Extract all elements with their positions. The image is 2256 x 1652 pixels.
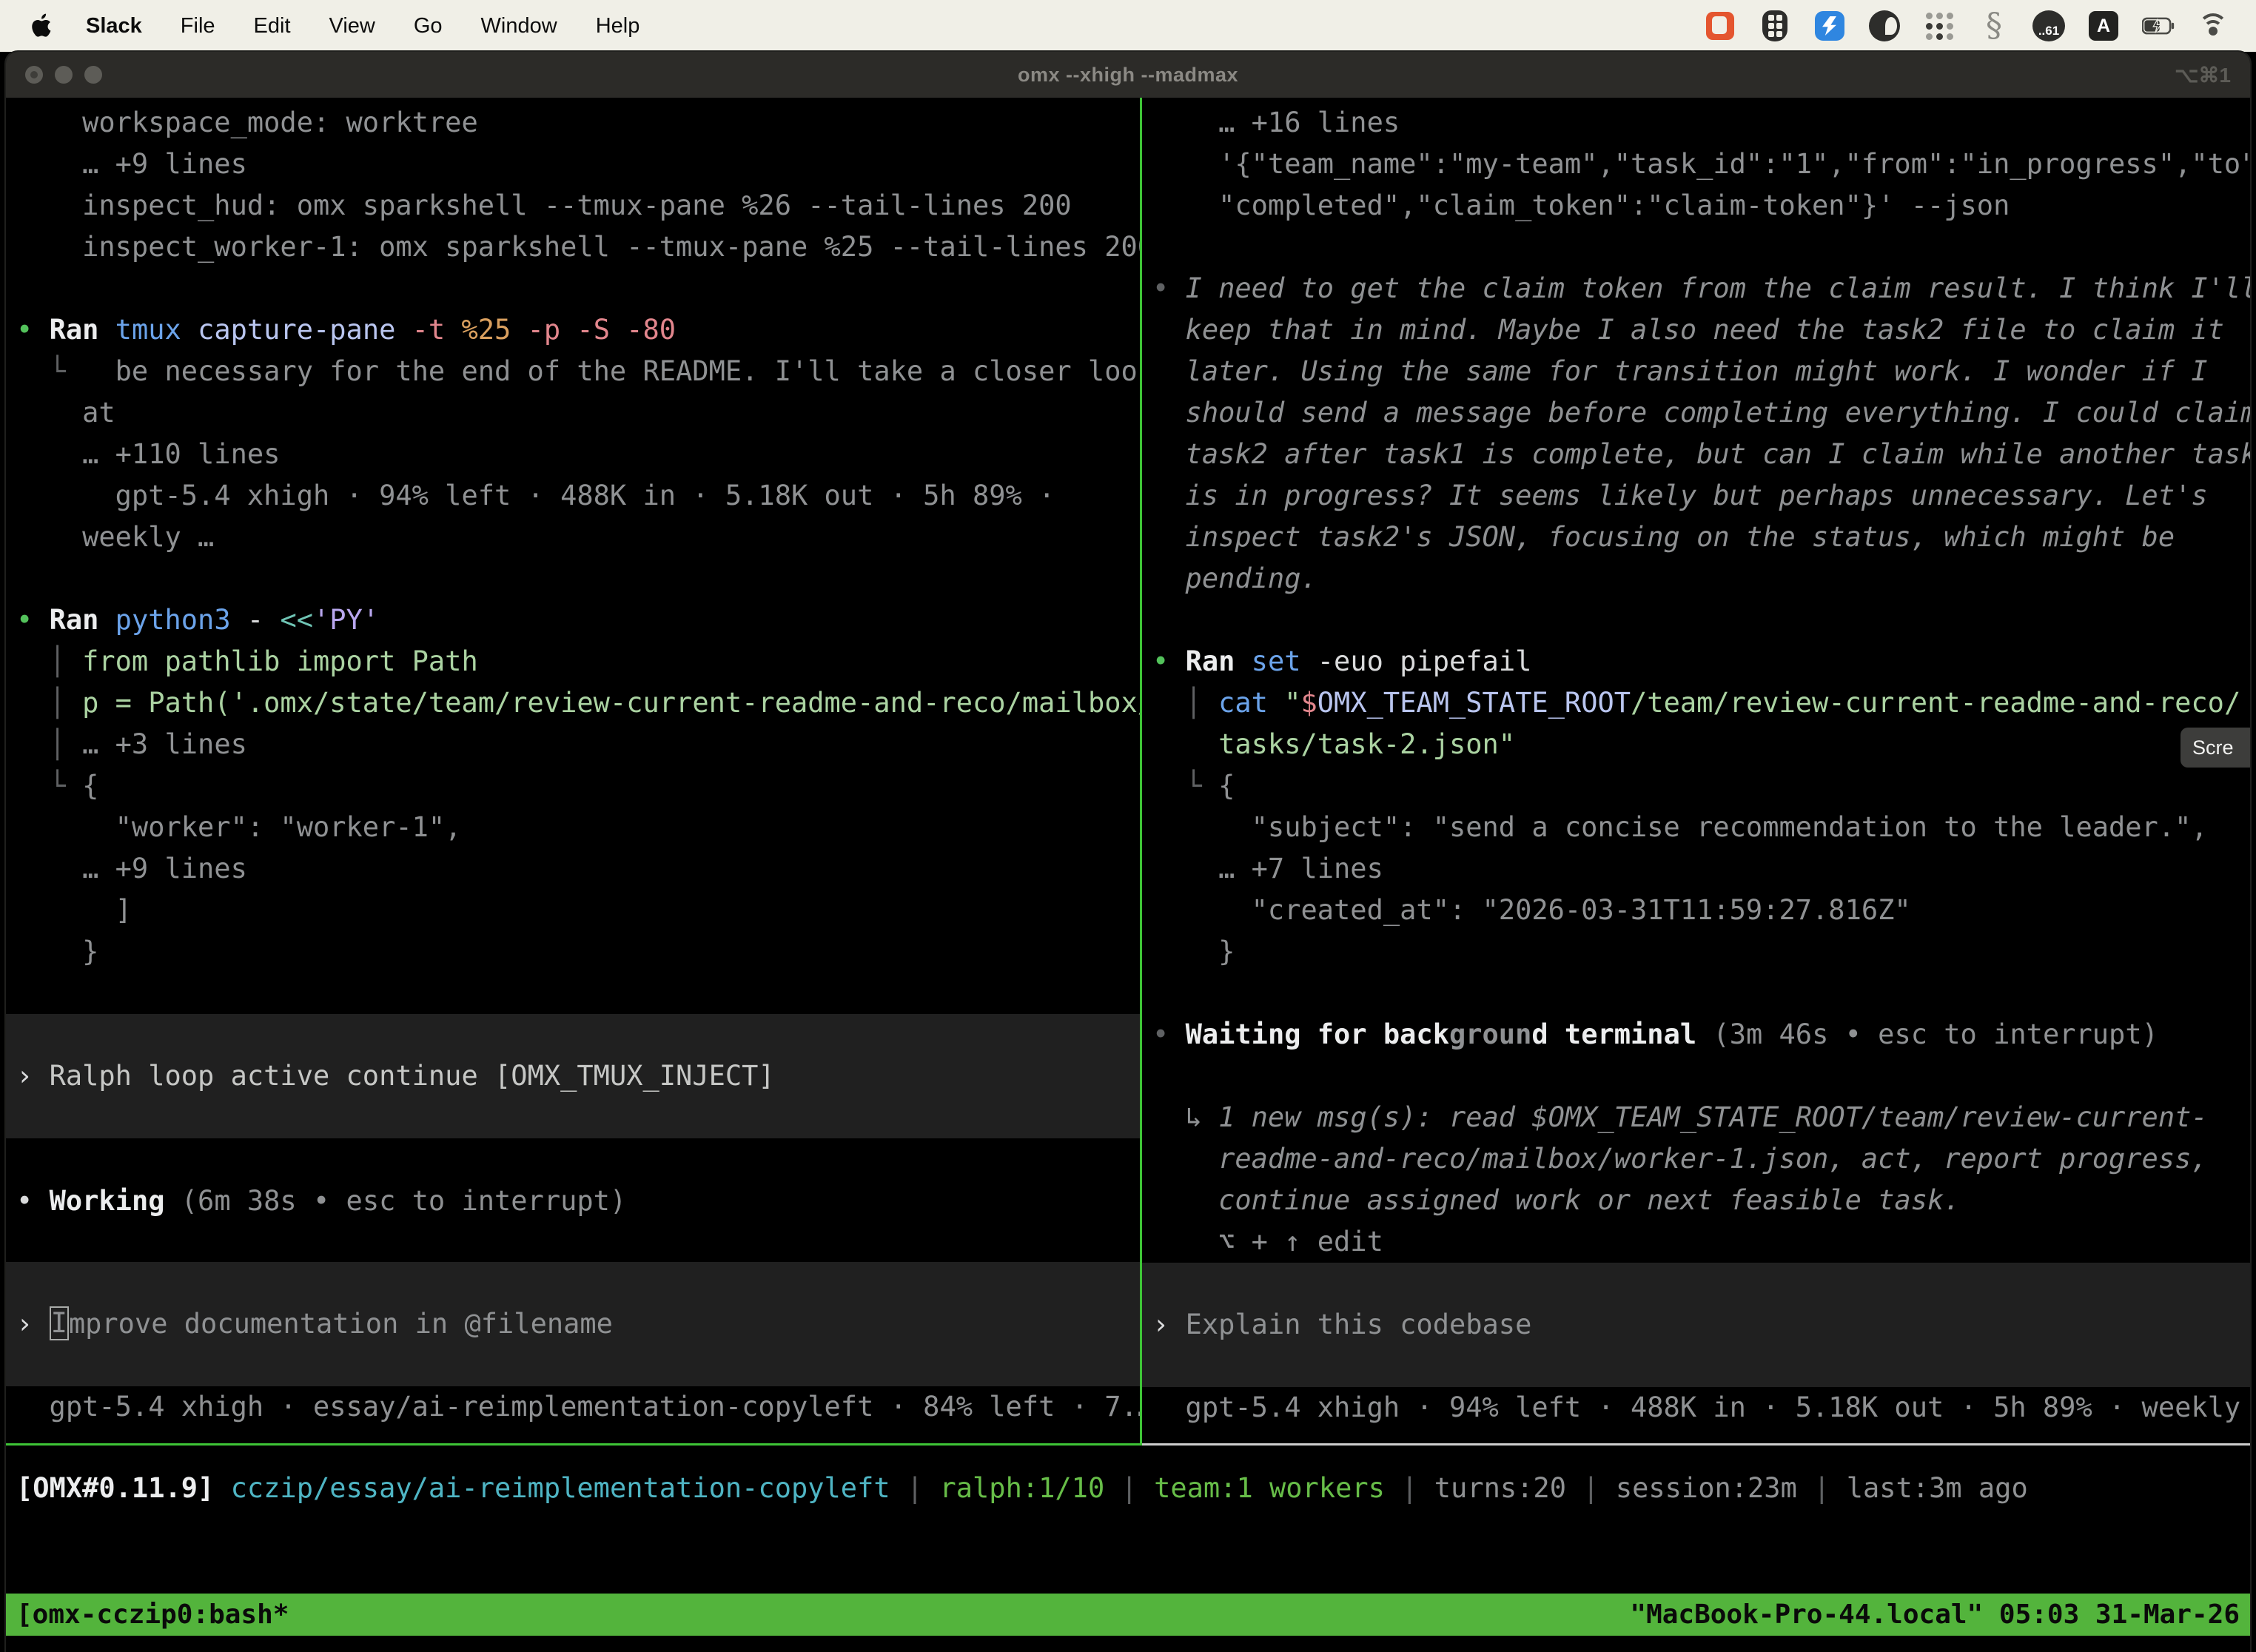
notification-bubble-icon[interactable] (1704, 10, 1736, 42)
terminal-line: keep that in mind. Maybe I also need the… (1142, 309, 2250, 351)
menu-item-slack[interactable]: Slack (86, 14, 142, 38)
terminal-line: '{"team_name":"my-team","task_id":"1","f… (1142, 144, 2250, 185)
terminal-line: gpt-5.4 xhigh · 94% left · 488K in · 5.1… (6, 475, 1140, 517)
window-title: omx --xhigh --madmax (1018, 64, 1238, 87)
text-cursor: I (50, 1306, 69, 1340)
menu-item-go[interactable]: Go (414, 14, 443, 38)
squiggle-icon[interactable]: § (1978, 10, 2010, 42)
menu-item-help[interactable]: Help (596, 14, 640, 38)
terminal-line (1142, 973, 2250, 1014)
terminal-line: weekly … (6, 517, 1140, 558)
terminal-line: • Ran python3 - <<'PY' (6, 600, 1140, 641)
minimize-button[interactable] (55, 66, 73, 84)
terminal-line: "completed","claim_token":"claim-token"}… (1142, 185, 2250, 226)
ralph-loop-banner: › Ralph loop active continue [OMX_TMUX_I… (6, 1014, 1140, 1138)
terminal-line: workspace_mode: worktree (6, 102, 1140, 144)
terminal-line: task2 after task1 is complete, but can I… (1142, 434, 2250, 475)
terminal-line: pending. (1142, 558, 2250, 600)
terminal-line: … +16 lines (1142, 102, 2250, 144)
menu-bar-status-icons: § ..61 A (1704, 10, 2256, 42)
terminal-line (1142, 226, 2250, 268)
terminal-line: continue assigned work or next feasible … (1142, 1180, 2250, 1221)
terminal-line: at (6, 392, 1140, 434)
zoom-button[interactable] (84, 66, 102, 84)
terminal-line: ↳ 1 new msg(s): read $OMX_TEAM_STATE_ROO… (1142, 1097, 2250, 1138)
terminal-line: • Waiting for background terminal (3m 46… (1142, 1014, 2250, 1055)
terminal-line: … +9 lines (6, 144, 1140, 185)
screenshot-tooltip: Scre (2181, 728, 2250, 768)
wifi-icon[interactable] (2197, 10, 2229, 42)
terminal-line: inspect_worker-1: omx sparkshell --tmux-… (6, 226, 1140, 268)
terminal-line: │ cat "$OMX_TEAM_STATE_ROOT/team/review-… (1142, 682, 2250, 724)
terminal-line: readme-and-reco/mailbox/worker-1.json, a… (1142, 1138, 2250, 1180)
terminal-line: • Working (6m 38s • esc to interrupt) (6, 1181, 1140, 1222)
terminal-line: inspect_hud: omx sparkshell --tmux-pane … (6, 185, 1140, 226)
menu-item-view[interactable]: View (329, 14, 375, 38)
terminal-line: tasks/task-2.json" (1142, 724, 2250, 765)
terminal-line: … +110 lines (6, 434, 1140, 475)
battery-icon[interactable] (2142, 10, 2175, 42)
terminal-line: ⌥ + ↑ edit (1142, 1221, 2250, 1263)
terminal-line: inspect task2's JSON, focusing on the st… (1142, 517, 2250, 558)
terminal-line: └ be necessary for the end of the README… (6, 351, 1140, 392)
terminal-line: ] (6, 890, 1140, 931)
pane-bottom-border (6, 1443, 2250, 1446)
traffic-light-buttons[interactable] (25, 52, 102, 98)
terminal-window: omx --xhigh --madmax ⌥⌘1 workspace_mode:… (6, 52, 2250, 1652)
terminal-line: is in progress? It seems likely but perh… (1142, 475, 2250, 517)
dots-grid-icon[interactable] (1923, 10, 1955, 42)
tmux-host-clock-label: "MacBook-Pro-44.local" 05:03 31-Mar-26 (1630, 1599, 2240, 1630)
app-menus: Slack File Edit View Go Window Help (86, 14, 639, 38)
window-shortcut-hint: ⌥⌘1 (2175, 63, 2231, 87)
tmux-status-bar[interactable]: [omx-cczip0:bash* "MacBook-Pro-44.local"… (6, 1594, 2250, 1636)
omx-status-line: [OMX#0.11.9] cczip/essay/ai-reimplementa… (6, 1468, 2250, 1509)
terminal-line: } (1142, 931, 2250, 973)
terminal-line: … +7 lines (1142, 848, 2250, 890)
terminal-line: later. Using the same for transition mig… (1142, 351, 2250, 392)
tmux-session-label: [omx-cczip0:bash* (16, 1599, 289, 1630)
terminal-line: … +9 lines (6, 848, 1140, 890)
left-terminal-pane[interactable]: workspace_mode: worktree … +9 lines insp… (6, 98, 1140, 1443)
terminal-line (1142, 1055, 2250, 1097)
countdown-badge-icon[interactable]: ..61 (2032, 10, 2065, 42)
pane-status-line: gpt-5.4 xhigh · essay/ai-reimplementatio… (6, 1386, 1140, 1428)
menu-item-edit[interactable]: Edit (254, 14, 291, 38)
terminal-line: • I need to get the claim token from the… (1142, 268, 2250, 309)
right-terminal-pane[interactable]: … +16 lines '{"team_name":"my-team","tas… (1142, 98, 2250, 1443)
input-source-icon[interactable]: A (2087, 10, 2120, 42)
crescent-circle-icon[interactable] (1868, 10, 1901, 42)
window-title-bar[interactable]: omx --xhigh --madmax ⌥⌘1 (6, 52, 2250, 98)
menu-bar: Slack File Edit View Go Window Help § ..61 A (0, 0, 2256, 52)
pane-status-line: gpt-5.4 xhigh · 94% left · 488K in · 5.1… (1142, 1387, 2250, 1428)
close-button[interactable] (25, 66, 43, 84)
blue-zap-icon[interactable] (1813, 10, 1846, 42)
terminal-line (1142, 600, 2250, 641)
prompt-input[interactable]: › Improve documentation in @filename (6, 1262, 1140, 1386)
terminal-line: "subject": "send a concise recommendatio… (1142, 807, 2250, 848)
terminal-line: └ { (6, 765, 1140, 807)
terminal-line (6, 558, 1140, 600)
terminal-line: should send a message before completing … (1142, 392, 2250, 434)
terminal-line: } (6, 931, 1140, 973)
terminal-line: "created_at": "2026-03-31T11:59:27.816Z" (1142, 890, 2250, 931)
terminal-line: │ p = Path('.omx/state/team/review-curre… (6, 682, 1140, 724)
terminal-line: • Ran tmux capture-pane -t %25 -p -S -80 (6, 309, 1140, 351)
terminal-line: │ … +3 lines (6, 724, 1140, 765)
prompt-input[interactable]: › Explain this codebase (1142, 1263, 2250, 1387)
menu-item-file[interactable]: File (181, 14, 215, 38)
terminal-line: "worker": "worker-1", (6, 807, 1140, 848)
menu-item-window[interactable]: Window (481, 14, 557, 38)
shield-grid-icon[interactable] (1759, 10, 1791, 42)
omx-status-bar: [OMX#0.11.9] cczip/essay/ai-reimplementa… (6, 1446, 2250, 1509)
terminal-line: │ from pathlib import Path (6, 641, 1140, 682)
terminal-line: • Ran set -euo pipefail (1142, 641, 2250, 682)
terminal-line: └ { (1142, 765, 2250, 807)
terminal-content: workspace_mode: worktree … +9 lines insp… (6, 98, 2250, 1652)
terminal-line (6, 268, 1140, 309)
apple-menu-icon[interactable] (30, 13, 52, 39)
